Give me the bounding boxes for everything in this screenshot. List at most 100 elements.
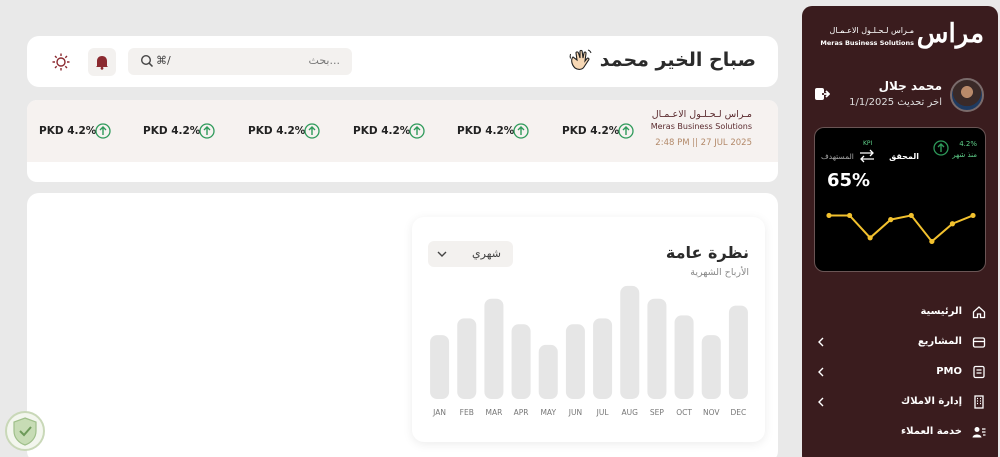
x-tick-label: JAN [432,408,446,417]
arrow-up-circle-icon [409,123,425,139]
logo-wordmark: مراس [916,19,984,49]
brand-logo[interactable]: مراس مـراس لـحـلـول الاعـمـال Meras Busi… [820,19,984,49]
kpi-target-label: المستهدف [821,152,854,161]
sidebar: مراس مـراس لـحـلـول الاعـمـال Meras Busi… [802,6,998,457]
ticker-value: PKD 4.2% [39,125,97,137]
swap-arrows-icon[interactable] [859,149,875,163]
bar-nov[interactable] [701,335,721,399]
sidebar-item-label: PMO [936,366,962,377]
projects-icon [972,337,986,348]
sparkline-point [846,212,853,219]
x-tick-label: OCT [676,408,692,417]
notifications-button[interactable] [88,48,116,76]
ticker-value: PKD 4.2% [562,125,620,137]
logo-arabic-tagline: مـراس لـحـلـول الاعـمـال [829,26,914,35]
sidebar-item-label: المشاريع [917,336,962,347]
kpi-achieved-label: المحقق [889,152,919,161]
ticker-value: PKD 4.2% [248,125,306,137]
arrow-up-circle-icon [95,123,111,139]
ticker-company-arabic: مـراس لـحـلـول الاعـمـال [651,109,752,120]
page-title: صباح الخير محمد [599,49,756,71]
search-input[interactable]: بحث... ⌘/ [128,48,352,75]
x-tick-label: NOV [703,408,720,417]
sparkline-path [829,214,974,243]
bell-icon [96,56,108,70]
theme-toggle-sun-icon[interactable] [51,52,71,72]
chevron-down-icon [437,251,447,257]
sidebar-item-pmo[interactable]: PMO [802,358,998,388]
customers-icon [972,427,986,438]
arrow-up-circle-icon [933,140,949,156]
kpi-label: KPI [863,140,873,147]
sidebar-menu: الرئيسية المشاريع PMO إدارة الاملاك خدمة… [802,298,998,448]
bar-feb[interactable] [457,318,477,399]
kpi-change-percent: 4.2% [959,140,977,148]
period-value: شهري [472,247,501,260]
sidebar-item-home[interactable]: الرئيسية [802,298,998,328]
x-tick-label: SEP [650,408,664,417]
avatar[interactable] [950,78,984,112]
stock-ticker: مـراس لـحـلـول الاعـمـال Meras Business … [27,100,778,182]
sparkline-point [888,217,894,223]
sparkline-point [949,221,956,227]
x-tick-label: JUN [568,408,582,417]
search-shortcut: ⌘/ [156,54,171,67]
ticker-company-english: Meras Business Solutions [650,122,752,131]
arrow-up-circle-icon [304,123,320,139]
sidebar-item-customer-service[interactable]: خدمة العملاء [802,418,998,448]
bar-dec[interactable] [728,305,748,399]
user-name: محمد جلال [878,79,942,93]
bar-apr[interactable] [511,324,531,399]
x-tick-label: FEB [460,408,474,417]
sparkline-point [826,212,832,219]
x-tick-label: APR [514,408,529,417]
sparkline-point [867,235,873,241]
chevron-left-icon [818,367,824,377]
bar-jan[interactable] [430,335,450,399]
x-tick-label: MAY [540,408,556,417]
bar-oct[interactable] [674,315,694,399]
overview-title: نظرة عامة [665,243,749,262]
pmo-icon [973,365,985,379]
sparkline-point [970,212,976,219]
sidebar-item-label: إدارة الاملاك [901,396,962,407]
ticker-band: مـراس لـحـلـول الاعـمـال Meras Business … [27,100,778,162]
kpi-value: 65% [827,170,871,191]
sidebar-item-label: خدمة العملاء [901,426,962,437]
sidebar-item-label: الرئيسية [920,306,962,317]
bar-jun[interactable] [565,324,585,399]
sidebar-item-projects[interactable]: المشاريع [802,328,998,358]
logout-icon[interactable] [814,86,830,102]
building-icon [974,395,984,409]
overview-subtitle: الأرباح الشهرية [690,267,749,278]
bar-may[interactable] [538,344,558,399]
chevron-left-icon [818,337,824,347]
waving-hand-icon [569,49,592,70]
arrow-up-circle-icon [513,123,529,139]
overview-card: JAN FEB MAR APR MAY JUN JUL AUG SEP OCT NOV DEC نظر… [412,217,765,442]
ticker-timestamp: 2:48 PM || 27 JUL 2025 [655,138,752,148]
arrow-up-circle-icon [618,123,634,139]
bar-jul[interactable] [593,318,613,399]
x-tick-label: AUG [622,408,639,417]
kpi-card: 4.2% منذ شهر KPI المحقق المستهدف 65% [814,127,986,272]
sparkline-point [929,238,935,245]
bar-mar[interactable] [484,298,504,399]
arrow-up-circle-icon [199,123,215,139]
kpi-since: منذ شهر [952,151,977,159]
sidebar-item-property-management[interactable]: إدارة الاملاك [802,388,998,418]
main-content: JAN FEB MAR APR MAY JUN JUL AUG SEP OCT NOV DEC نظر… [27,193,778,457]
chevron-left-icon [818,397,824,407]
home-icon [972,306,986,319]
ticker-value: PKD 4.2% [353,125,411,137]
bar-aug[interactable] [620,285,640,399]
x-tick-label: MAR [486,408,503,417]
x-tick-label: JUL [596,408,610,417]
period-select[interactable]: شهري [428,241,513,267]
user-profile: محمد جلال اخر تحديث 1/1/2025 [812,76,988,116]
bar-sep[interactable] [647,298,667,399]
last-update: اخر تحديث 1/1/2025 [849,97,942,108]
search-placeholder: بحث... [308,54,340,67]
shield-logo-icon [5,411,45,451]
ticker-value: PKD 4.2% [143,125,201,137]
